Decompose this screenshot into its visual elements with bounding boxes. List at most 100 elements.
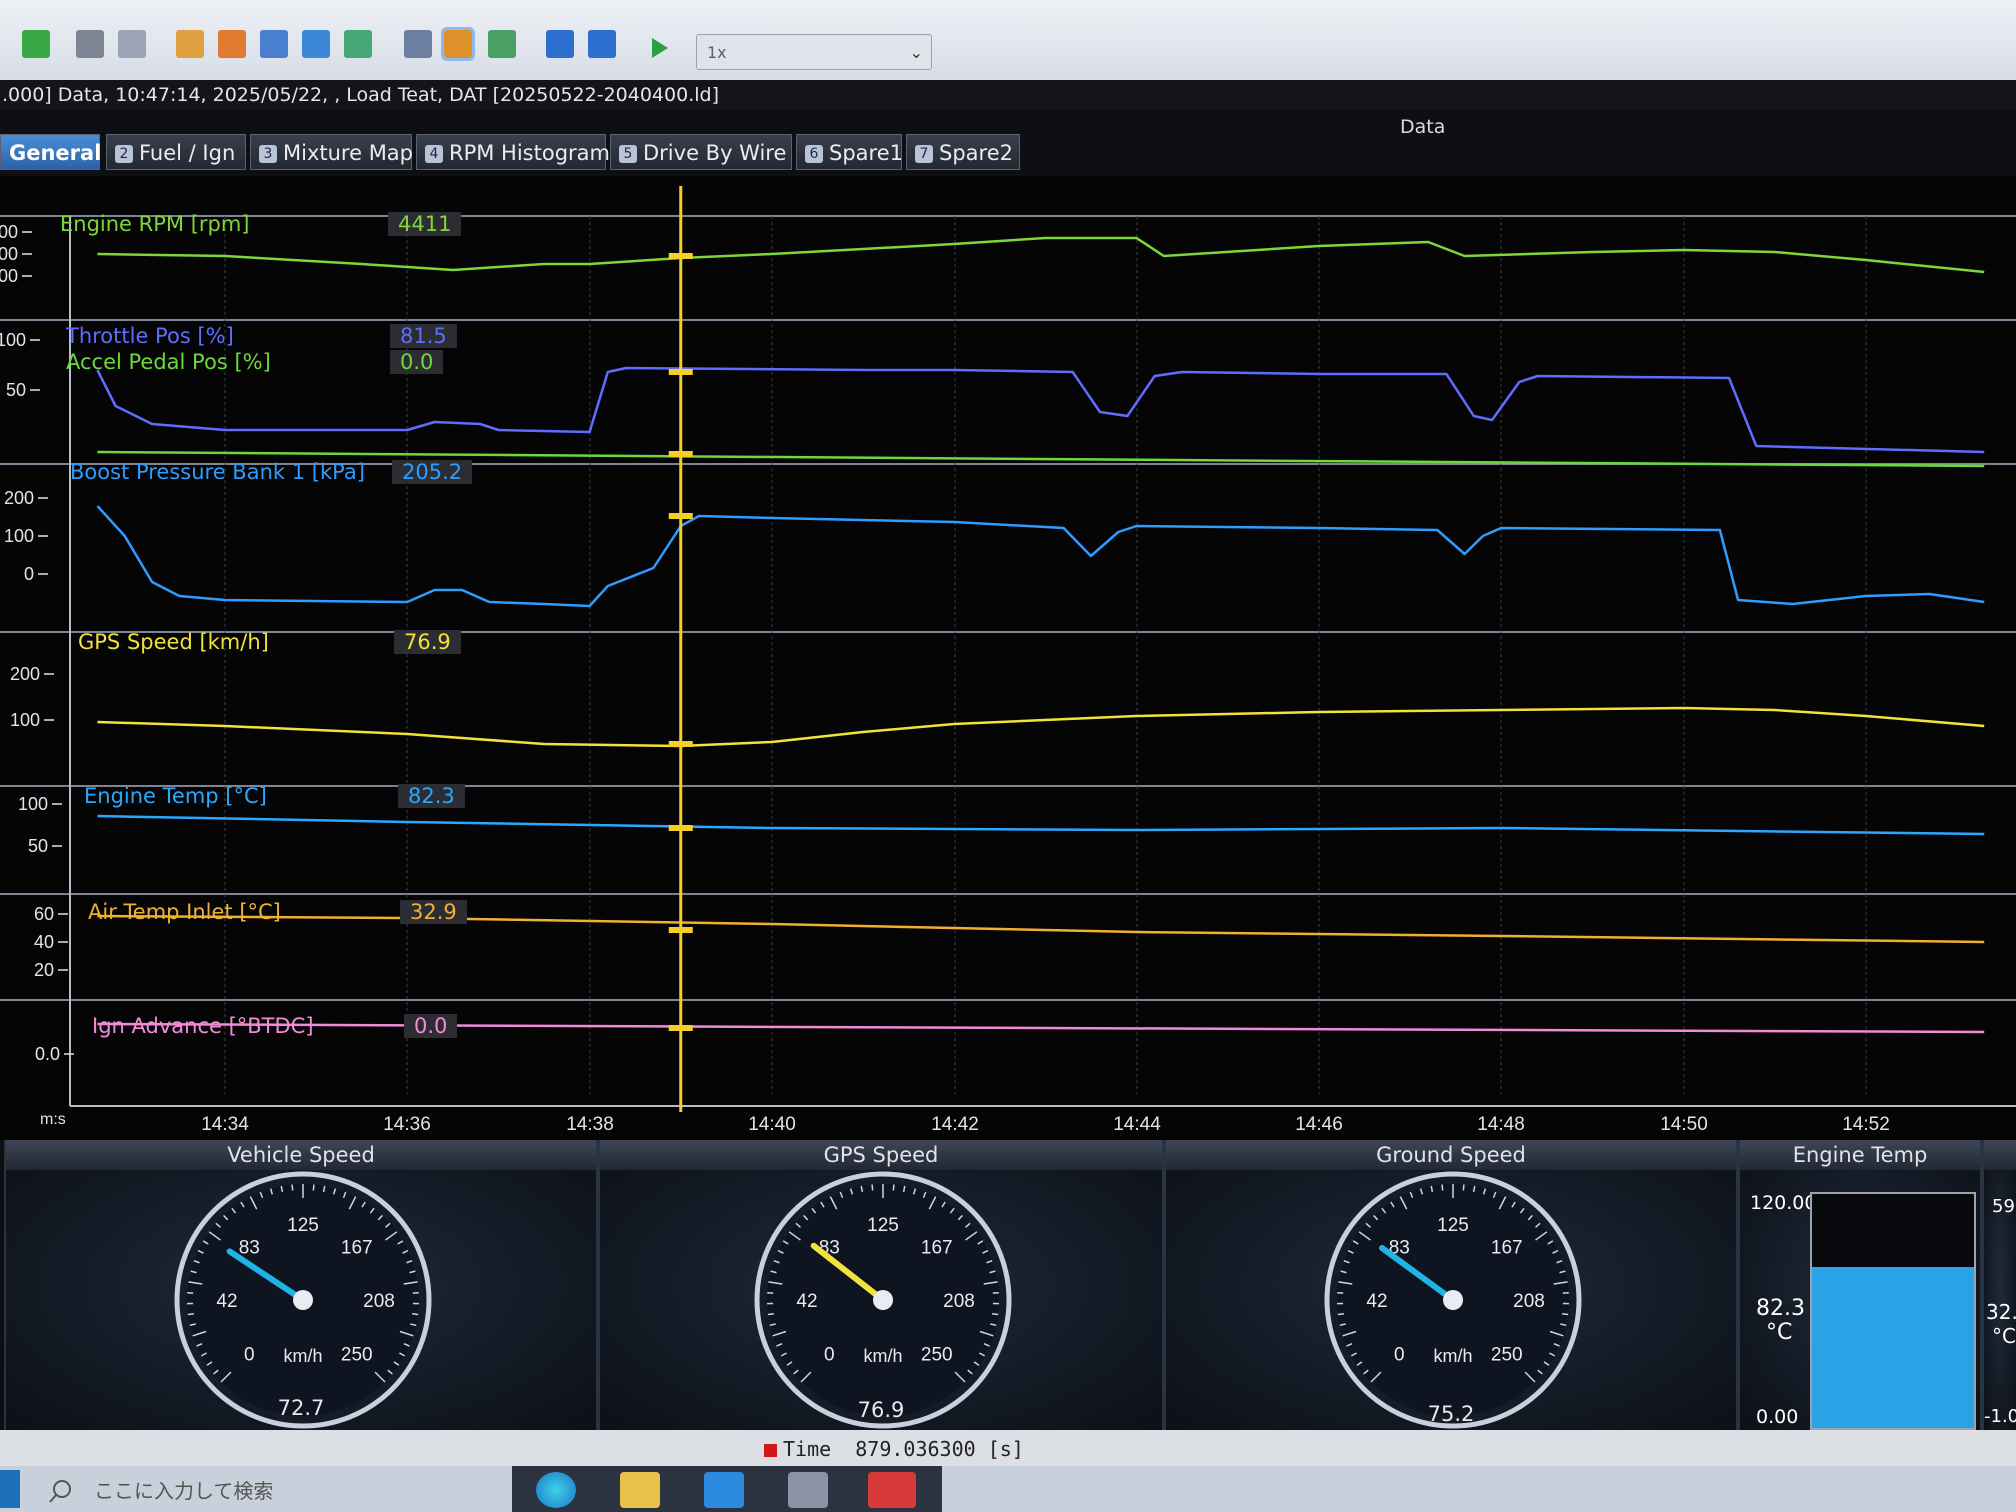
time-series-plot[interactable]: 14:34 14:36 14:38 14:40 14:42 14:44 14:46 14:48… — [0, 176, 2016, 1140]
panel-title: Data — [1400, 116, 1446, 138]
y-tick-label: 0 — [24, 564, 34, 584]
time-axis-label: m:s — [40, 1111, 66, 1128]
tab-number: 3 — [259, 145, 277, 163]
channel-name[interactable]: Throttle Pos [%] — [66, 324, 234, 348]
gauge-gps-speed: GPS Speed 0 42 83 125 167 208 250 km/h 76.9 — [598, 1140, 1164, 1430]
layout-icon[interactable] — [488, 30, 516, 58]
gauge-dial: 04283125167208250km/h — [174, 1171, 432, 1429]
gauge-value: 76.9 — [857, 1398, 905, 1422]
tab-spare1[interactable]: 6 Spare1 — [796, 134, 903, 170]
tab-fuel-ign[interactable]: 2 Fuel / Ign — [106, 134, 246, 170]
tab-number: 2 — [115, 145, 133, 163]
tab-rpm-histogram[interactable]: 4 RPM Histogram — [416, 134, 610, 170]
play-icon[interactable] — [650, 36, 670, 60]
folder-icon[interactable] — [620, 1472, 660, 1508]
channel-name[interactable]: Engine RPM [rpm] — [60, 212, 250, 236]
channel-value: 76.9 — [394, 630, 461, 654]
cursor-marker — [668, 927, 693, 933]
channel-name[interactable]: Boost Pressure Bank 1 [kPa] — [70, 460, 365, 484]
gauge-tick — [892, 1184, 895, 1191]
map-icon[interactable] — [344, 30, 372, 58]
tab-mixture-map[interactable]: 3 Mixture Map — [250, 134, 413, 170]
y-tick-label: 000 — [0, 244, 18, 264]
i2-app-icon[interactable] — [868, 1472, 916, 1508]
overlay-icon[interactable] — [441, 27, 475, 61]
cursor-marker — [668, 369, 693, 375]
channel-name[interactable]: GPS Speed [km/h] — [78, 630, 269, 654]
tab-drive-by-wire[interactable]: 5 Drive By Wire — [610, 134, 792, 170]
save-icon[interactable] — [218, 30, 246, 58]
channel-name[interactable]: Engine Temp [°C] — [84, 784, 267, 808]
gauge-scale-label: 167 — [921, 1237, 953, 1258]
time-tick-label: 14:40 — [748, 1114, 796, 1135]
y-tick-label: 200 — [10, 664, 40, 684]
tab-number: 4 — [425, 145, 443, 163]
y-tick-label: 100 — [10, 710, 40, 730]
time-tick-label: 14:52 — [1842, 1114, 1890, 1135]
gauge-dial: 04283125167208250km/h — [754, 1171, 1012, 1429]
tab-label: Spare1 — [829, 141, 903, 165]
gauge-tick — [1441, 1184, 1444, 1191]
tab-spare2[interactable]: 7 Spare2 — [906, 134, 1020, 170]
bar-value-label: 82.3 — [1756, 1296, 1805, 1321]
channel-value: 0.0 — [404, 1014, 458, 1038]
tab-label: Fuel / Ign — [139, 141, 236, 165]
gauge-value: 75.2 — [1427, 1402, 1475, 1426]
channel-value: 0.0 — [390, 350, 444, 374]
table-icon[interactable] — [260, 30, 288, 58]
gauge-scale-label: 83 — [239, 1237, 260, 1258]
tab-general[interactable]: General — [0, 134, 101, 170]
gauge-tick — [871, 1184, 874, 1191]
print-icon[interactable] — [76, 30, 104, 58]
mail-icon[interactable] — [704, 1472, 744, 1508]
next-lap-icon[interactable] — [588, 30, 616, 58]
store-icon[interactable] — [788, 1472, 828, 1508]
cursor-marker — [668, 451, 693, 457]
playback-speed-value: 1x — [707, 43, 727, 62]
gauge-tick — [312, 1184, 315, 1191]
gauge-scale-label: 42 — [216, 1291, 237, 1312]
y-tick-label: 50 — [6, 380, 26, 400]
channel-name[interactable]: Accel Pedal Pos [%] — [66, 350, 271, 374]
time-tick-label: 14:46 — [1295, 1114, 1343, 1135]
gauge-scale-label: 208 — [943, 1291, 975, 1312]
toolbar: 1x ⌄ — [0, 0, 2016, 80]
gauge-tick — [412, 1313, 419, 1316]
edit-icon[interactable] — [176, 30, 204, 58]
air-temp-bar-gauge-partial: 59 32. °C -1.0 — [1982, 1140, 2016, 1430]
channel-value: 4411 — [388, 212, 462, 236]
taskbar-search-input[interactable]: ここに入力して検索 — [40, 1474, 500, 1508]
bar-max-label: 59 — [1992, 1196, 2015, 1217]
gauge-scale-label: 42 — [796, 1291, 817, 1312]
playback-speed-select[interactable]: 1x ⌄ — [696, 34, 932, 70]
gauge-unit-label: km/h — [283, 1346, 322, 1366]
channel-name[interactable]: Air Temp Inlet [°C] — [88, 900, 281, 924]
gauge-scale-label: 250 — [921, 1345, 953, 1366]
time-label: Time — [783, 1437, 832, 1461]
cursor-marker — [668, 253, 693, 259]
print-preview-icon[interactable] — [118, 30, 146, 58]
gauge-scale-label: 125 — [867, 1215, 899, 1236]
tab-label: Spare2 — [939, 141, 1013, 165]
gauge-scale-label: 208 — [1513, 1291, 1545, 1312]
tab-label: RPM Histogram — [449, 141, 610, 165]
time-tick-label: 14:44 — [1113, 1114, 1161, 1135]
gauge-title: Engine Temp — [1740, 1140, 1980, 1170]
gauge-scale-label: 0 — [1394, 1345, 1405, 1366]
channel-name[interactable]: Ign Advance [°BTDC] — [92, 1014, 314, 1038]
file-info-bar: .000] Data, 10:47:14, 2025/05/22, , Load… — [0, 80, 2016, 110]
y-tick-label: 60 — [34, 904, 54, 924]
grid-icon[interactable] — [404, 30, 432, 58]
export-icon[interactable] — [22, 30, 50, 58]
bar-unit-label: °C — [1992, 1324, 2016, 1348]
cursor-marker — [668, 825, 693, 831]
time-marker-icon — [764, 1444, 777, 1457]
start-button[interactable] — [0, 1470, 20, 1508]
gauge-hub — [293, 1290, 313, 1310]
report-icon[interactable] — [302, 30, 330, 58]
channel-value: 81.5 — [390, 324, 457, 348]
gauge-scale-label: 42 — [1366, 1291, 1387, 1312]
edge-icon[interactable] — [536, 1472, 576, 1508]
cursor-marker — [668, 741, 693, 747]
prev-lap-icon[interactable] — [546, 30, 574, 58]
